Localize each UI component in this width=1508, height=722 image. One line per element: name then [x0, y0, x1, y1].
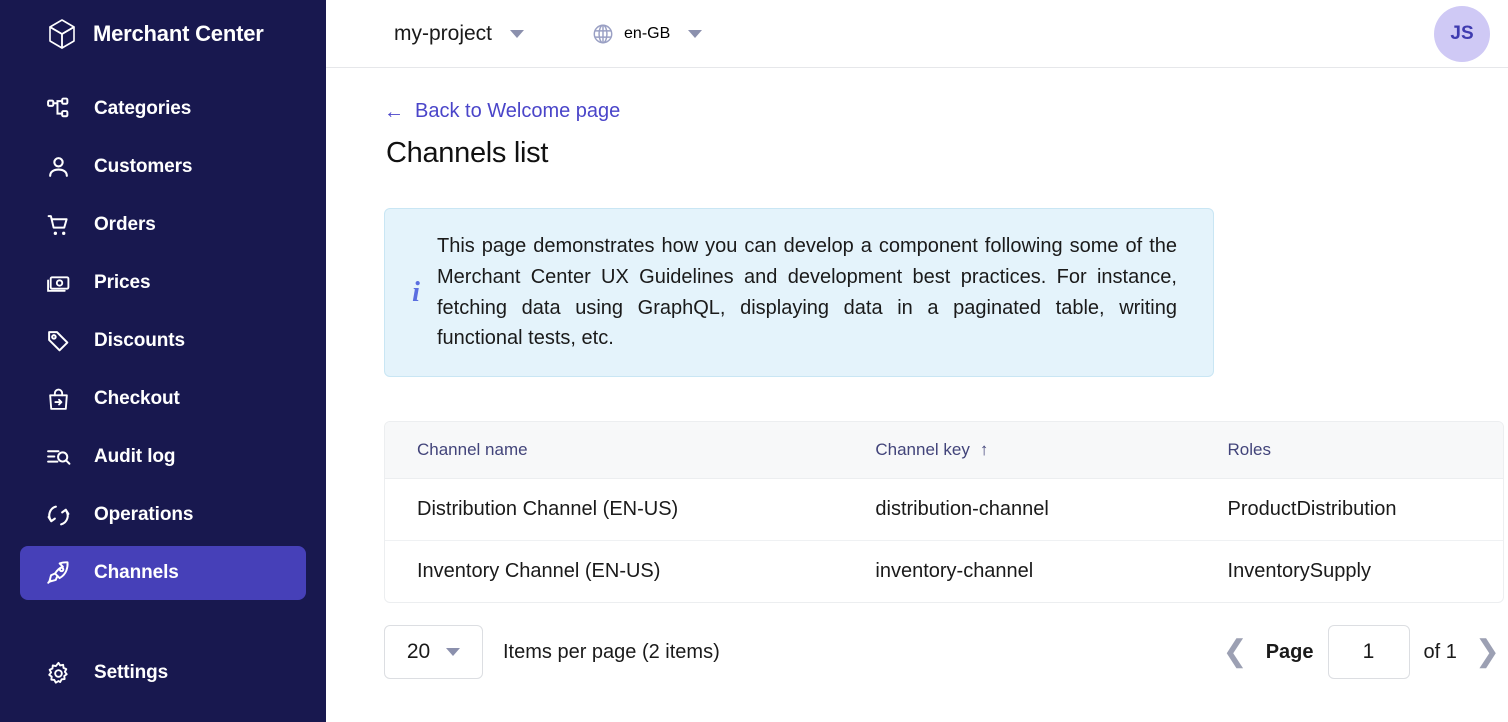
column-header-channel-key[interactable]: Channel key ↑: [843, 422, 1195, 479]
info-box: i This page demonstrates how you can dev…: [384, 208, 1214, 377]
topbar: my-project en-GB JS: [326, 0, 1508, 68]
sidebar-item-label: Prices: [94, 272, 150, 294]
project-selector-value: my-project: [394, 22, 492, 46]
sidebar-nav: Categories Customers: [0, 82, 326, 700]
sidebar-item-channels[interactable]: Channels: [20, 546, 306, 600]
brand-title: Merchant Center: [93, 21, 264, 47]
sidebar-item-checkout[interactable]: Checkout: [20, 372, 306, 426]
sidebar-item-operations[interactable]: Operations: [20, 488, 306, 542]
sidebar-item-discounts[interactable]: Discounts: [20, 314, 306, 368]
audit-search-icon: [44, 443, 72, 471]
cell-roles: InventorySupply: [1196, 541, 1503, 603]
checkout-bag-icon: [44, 385, 72, 413]
sidebar-item-label: Checkout: [94, 388, 180, 410]
column-header-label: Channel name: [417, 440, 528, 459]
globe-icon: [592, 23, 614, 45]
locale-selector-value: en-GB: [624, 25, 670, 43]
gear-icon: [44, 659, 72, 687]
sidebar-item-customers[interactable]: Customers: [20, 140, 306, 194]
cell-channel-name: Inventory Channel (EN-US): [385, 541, 843, 603]
project-selector[interactable]: my-project: [388, 18, 530, 50]
brand[interactable]: Merchant Center: [0, 0, 326, 68]
categories-tree-icon: [44, 95, 72, 123]
sidebar-item-settings[interactable]: Settings: [20, 646, 306, 700]
table-footer: 20 Items per page (2 items) ❮ Page of 1 …: [384, 625, 1504, 679]
sidebar-item-label: Channels: [94, 562, 179, 584]
rocket-icon: [44, 559, 72, 587]
locale-selector[interactable]: en-GB: [586, 19, 708, 49]
chevron-down-icon: [688, 30, 702, 38]
chevron-left-icon[interactable]: ❮: [1219, 637, 1252, 667]
chevron-down-icon: [510, 30, 524, 38]
sidebar-item-prices[interactable]: Prices: [20, 256, 306, 310]
sidebar: Merchant Center Categories: [0, 0, 326, 722]
back-link-label: Back to Welcome page: [415, 100, 620, 123]
table-row[interactable]: Inventory Channel (EN-US) inventory-chan…: [385, 541, 1503, 603]
tag-icon: [44, 327, 72, 355]
main-area: my-project en-GB JS ← Back to Welco: [326, 0, 1508, 722]
sidebar-divider-spacer: [0, 604, 326, 642]
sidebar-item-label: Settings: [94, 662, 168, 684]
cell-channel-key: distribution-channel: [843, 479, 1195, 541]
banknote-icon: [44, 269, 72, 297]
pagination: ❮ Page of 1 ❯: [1219, 625, 1504, 679]
page-number-input[interactable]: [1328, 625, 1410, 679]
sidebar-item-label: Operations: [94, 504, 193, 526]
page-label: Page: [1266, 641, 1314, 664]
table-header-row: Channel name Channel key ↑ Roles: [385, 422, 1503, 479]
arrow-left-icon: ←: [384, 102, 404, 122]
table-row[interactable]: Distribution Channel (EN-US) distributio…: [385, 479, 1503, 541]
info-box-text: This page demonstrates how you can devel…: [437, 231, 1177, 354]
chevron-down-icon: [446, 648, 460, 656]
user-icon: [44, 153, 72, 181]
column-header-roles[interactable]: Roles: [1196, 422, 1503, 479]
column-header-channel-name[interactable]: Channel name: [385, 422, 843, 479]
back-to-welcome-link[interactable]: ← Back to Welcome page: [384, 100, 620, 123]
table-head: Channel name Channel key ↑ Roles: [385, 422, 1503, 479]
info-icon: i: [407, 279, 425, 307]
items-per-page-value: 20: [407, 640, 430, 664]
refresh-cycle-icon: [44, 501, 72, 529]
avatar-initials: JS: [1450, 23, 1473, 45]
sidebar-item-orders[interactable]: Orders: [20, 198, 306, 252]
channels-table-element: Channel name Channel key ↑ Roles: [385, 422, 1503, 602]
sort-ascending-icon[interactable]: ↑: [980, 440, 989, 459]
sidebar-item-label: Audit log: [94, 446, 175, 468]
cell-channel-name: Distribution Channel (EN-US): [385, 479, 843, 541]
cell-channel-key: inventory-channel: [843, 541, 1195, 603]
cell-roles: ProductDistribution: [1196, 479, 1503, 541]
column-header-label: Roles: [1228, 440, 1271, 459]
sidebar-item-label: Customers: [94, 156, 192, 178]
sidebar-item-label: Discounts: [94, 330, 185, 352]
app-root: Merchant Center Categories: [0, 0, 1508, 722]
sidebar-item-audit-log[interactable]: Audit log: [20, 430, 306, 484]
table-body: Distribution Channel (EN-US) distributio…: [385, 479, 1503, 603]
items-per-page-select[interactable]: 20: [384, 625, 483, 679]
column-header-label: Channel key: [875, 440, 970, 459]
avatar[interactable]: JS: [1434, 6, 1490, 62]
channels-table: Channel name Channel key ↑ Roles: [384, 421, 1504, 603]
page-total-label: of 1: [1424, 641, 1457, 664]
sidebar-item-label: Orders: [94, 214, 156, 236]
shopping-cart-icon: [44, 211, 72, 239]
sidebar-item-categories[interactable]: Categories: [20, 82, 306, 136]
page-content: ← Back to Welcome page Channels list i T…: [326, 68, 1508, 722]
chevron-right-icon[interactable]: ❯: [1471, 637, 1504, 667]
page-title: Channels list: [386, 137, 1478, 170]
sidebar-item-label: Categories: [94, 98, 191, 120]
cube-logo-icon: [45, 16, 79, 52]
items-per-page-label: Items per page (2 items): [503, 641, 720, 664]
